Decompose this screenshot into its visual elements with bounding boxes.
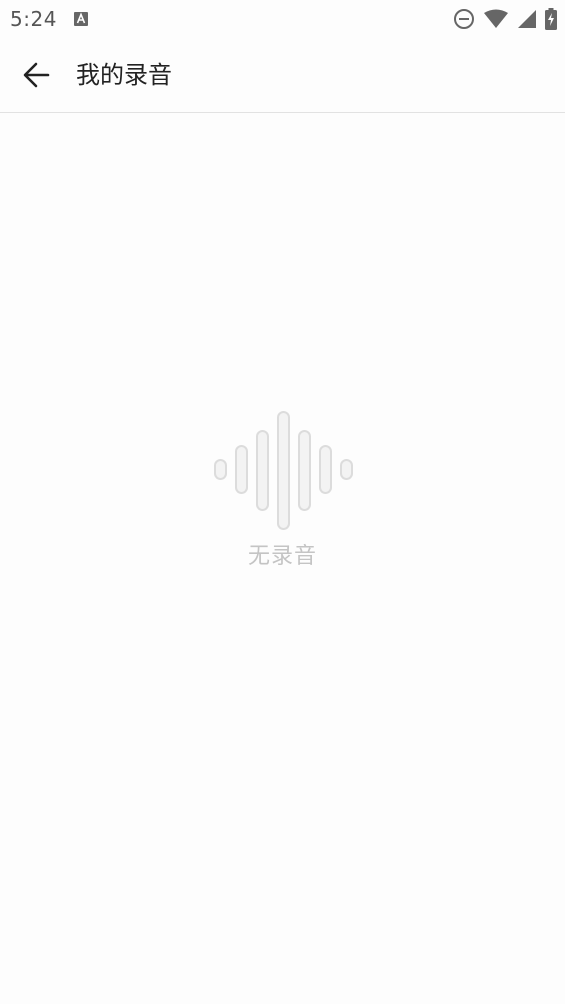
sound-wave-icon: [213, 411, 353, 530]
do-not-disturb-icon: [454, 9, 474, 29]
status-bar: 5:24: [0, 0, 565, 38]
empty-state-label: 无录音: [247, 544, 317, 569]
back-button[interactable]: [12, 51, 60, 99]
empty-state: 无录音: [0, 400, 565, 570]
wifi-icon: [484, 9, 508, 28]
text-notification-icon: [74, 12, 88, 26]
cell-signal-icon: [518, 10, 536, 28]
status-time: 5:24: [10, 7, 57, 31]
arrow-left-icon: [23, 62, 50, 88]
page-title: 我的录音: [76, 61, 172, 89]
app-bar: 我的录音: [0, 38, 565, 113]
status-icons: [445, 8, 557, 30]
battery-charging-icon: [545, 8, 557, 30]
